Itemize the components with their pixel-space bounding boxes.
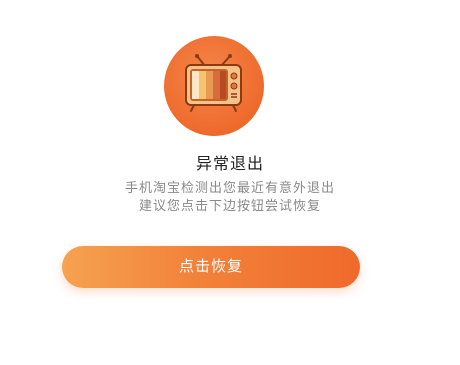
error-message-line-2: 建议您点击下边按钮尝试恢复 bbox=[138, 199, 321, 214]
retro-tv-icon bbox=[164, 36, 264, 136]
crash-recovery-screen: 异常退出 手机淘宝检测出您最近有意外退出 建议您点击下边按钮尝试恢复 点击恢复 bbox=[0, 0, 460, 365]
error-message-line-1: 手机淘宝检测出您最近有意外退出 bbox=[124, 181, 335, 196]
tv-illustration bbox=[185, 54, 242, 112]
restore-button-label: 点击恢复 bbox=[178, 258, 243, 275]
error-title: 异常退出 bbox=[195, 154, 264, 173]
restore-button[interactable]: 点击恢复 bbox=[62, 246, 360, 288]
